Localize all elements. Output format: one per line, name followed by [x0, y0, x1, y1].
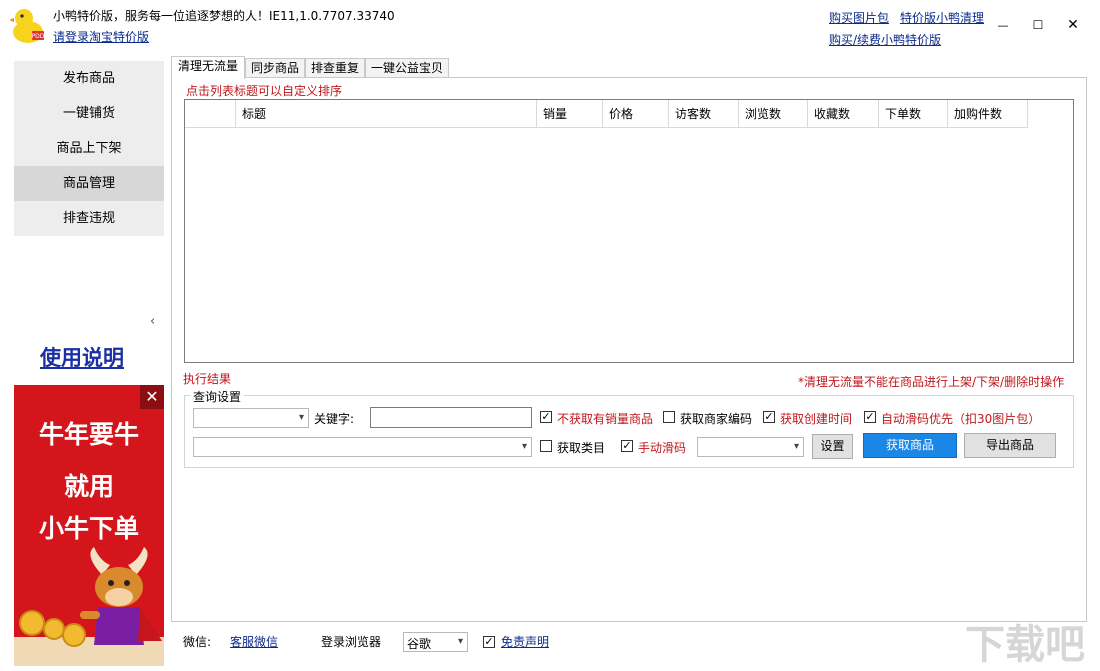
auto-captcha-checkbox[interactable]: ✓	[864, 411, 876, 423]
captcha-mode-select[interactable]: ▾	[697, 437, 804, 457]
column-header-orders[interactable]: 下单数	[879, 100, 948, 128]
no-sales-label: 不获取有销量商品	[557, 412, 654, 426]
column-header-visitors[interactable]: 访客数	[669, 100, 739, 128]
collapse-sidebar-icon[interactable]: ‹	[150, 314, 155, 329]
cleaner-link[interactable]: 特价版小鸭清理	[900, 9, 984, 26]
disclaimer-checkbox[interactable]: ✓	[483, 636, 495, 648]
tab-clean-no-traffic[interactable]: 清理无流量	[171, 56, 245, 79]
usage-guide-link[interactable]: 使用说明	[40, 342, 124, 372]
column-header-select[interactable]	[185, 100, 236, 128]
merchant-code-checkbox[interactable]	[663, 411, 675, 423]
get-category-checkbox[interactable]	[540, 440, 552, 452]
merchant-code-label: 获取商家编码	[680, 412, 753, 426]
maximize-button[interactable]: ☐	[1021, 12, 1055, 38]
svg-text:PDD: PDD	[32, 33, 44, 40]
create-time-label: 获取创建时间	[780, 412, 853, 426]
ad-close-icon[interactable]: ✕	[140, 385, 164, 409]
chevron-down-icon: ▾	[793, 441, 799, 452]
export-products-button[interactable]: 导出商品	[964, 433, 1056, 458]
product-table[interactable]: 标题 销量 价格 访客数 浏览数 收藏数 下单数 加购件数	[184, 99, 1074, 363]
login-link[interactable]: 请登录淘宝特价版	[53, 28, 149, 45]
manual-captcha-checkbox[interactable]: ✓	[621, 440, 633, 452]
fetch-products-button[interactable]: 获取商品	[863, 433, 957, 458]
category-select[interactable]: ▾	[193, 408, 309, 428]
tab-charity-item[interactable]: 一键公益宝贝	[365, 58, 449, 78]
wechat-link[interactable]: 客服微信	[230, 633, 278, 650]
settings-button[interactable]: 设置	[812, 434, 853, 459]
exec-result-label: 执行结果	[183, 372, 232, 386]
browser-label: 登录浏览器	[321, 635, 382, 649]
sidebar-item-manage[interactable]: 商品管理	[14, 166, 164, 201]
minimize-button[interactable]: —	[986, 12, 1020, 38]
buy-image-pack-link[interactable]: 购买图片包	[829, 9, 889, 26]
chevron-down-icon: ▾	[298, 412, 304, 423]
browser-select[interactable]: 谷歌 ▾	[403, 632, 468, 652]
buy-renew-link[interactable]: 购买/续费小鸭特价版	[829, 31, 941, 48]
watermark-logo: 下载吧	[965, 622, 1085, 668]
keyword-label: 关键字:	[314, 412, 355, 426]
warning-note: *清理无流量不能在商品进行上架/下架/删除时操作	[798, 375, 1065, 389]
bull-mascot-icon	[14, 547, 164, 666]
tab-check-duplicates[interactable]: 排查重复	[305, 58, 365, 78]
sidebar-item-shelf[interactable]: 商品上下架	[14, 131, 164, 166]
ad-banner[interactable]: 牛年要牛 就用 小牛下单 ✕	[14, 385, 164, 666]
ad-line-2: 就用	[63, 472, 114, 501]
store-select[interactable]: ▾	[193, 437, 532, 457]
auto-captcha-label: 自动滑码优先（扣30图片包）	[881, 412, 1041, 426]
app-title: 小鸭特价版，服务每一位追逐梦想的人！IE11,1.0.7707.33740	[53, 9, 395, 23]
get-category-label: 获取类目	[557, 441, 606, 455]
column-header-views[interactable]: 浏览数	[739, 100, 808, 128]
column-header-cart[interactable]: 加购件数	[948, 100, 1028, 128]
browser-select-value: 谷歌	[407, 637, 432, 651]
column-header-favorites[interactable]: 收藏数	[808, 100, 879, 128]
column-header-price[interactable]: 价格	[603, 100, 669, 128]
tab-sync-products[interactable]: 同步商品	[245, 58, 305, 78]
disclaimer-link[interactable]: 免责声明	[501, 633, 549, 650]
ad-line-3: 小牛下单	[38, 514, 139, 543]
maximize-icon: ☐	[1032, 18, 1044, 32]
close-icon: ✕	[1067, 17, 1079, 33]
chevron-down-icon: ▾	[521, 441, 527, 452]
sidebar-item-distribute[interactable]: 一键铺货	[14, 96, 164, 131]
minimize-icon: —	[997, 18, 1009, 32]
wechat-label: 微信:	[183, 635, 212, 649]
column-header-title[interactable]: 标题	[236, 100, 537, 128]
close-button[interactable]: ✕	[1056, 12, 1090, 38]
sidebar-item-publish[interactable]: 发布商品	[14, 61, 164, 96]
sidebar: 发布商品 一键铺货 商品上下架 商品管理 排查违规	[14, 61, 164, 236]
duck-logo-icon: PDD	[10, 9, 44, 43]
manual-captcha-label: 手动滑码	[638, 441, 687, 455]
no-sales-checkbox[interactable]: ✓	[540, 411, 552, 423]
column-header-sales[interactable]: 销量	[537, 100, 603, 128]
keyword-input[interactable]	[370, 407, 532, 428]
sidebar-item-violation[interactable]: 排查违规	[14, 201, 164, 236]
create-time-checkbox[interactable]: ✓	[763, 411, 775, 423]
chevron-down-icon: ▾	[457, 636, 463, 647]
sort-hint: 点击列表标题可以自定义排序	[186, 84, 343, 98]
query-settings-legend: 查询设置	[190, 388, 245, 405]
ad-line-1: 牛年要牛	[38, 420, 139, 449]
